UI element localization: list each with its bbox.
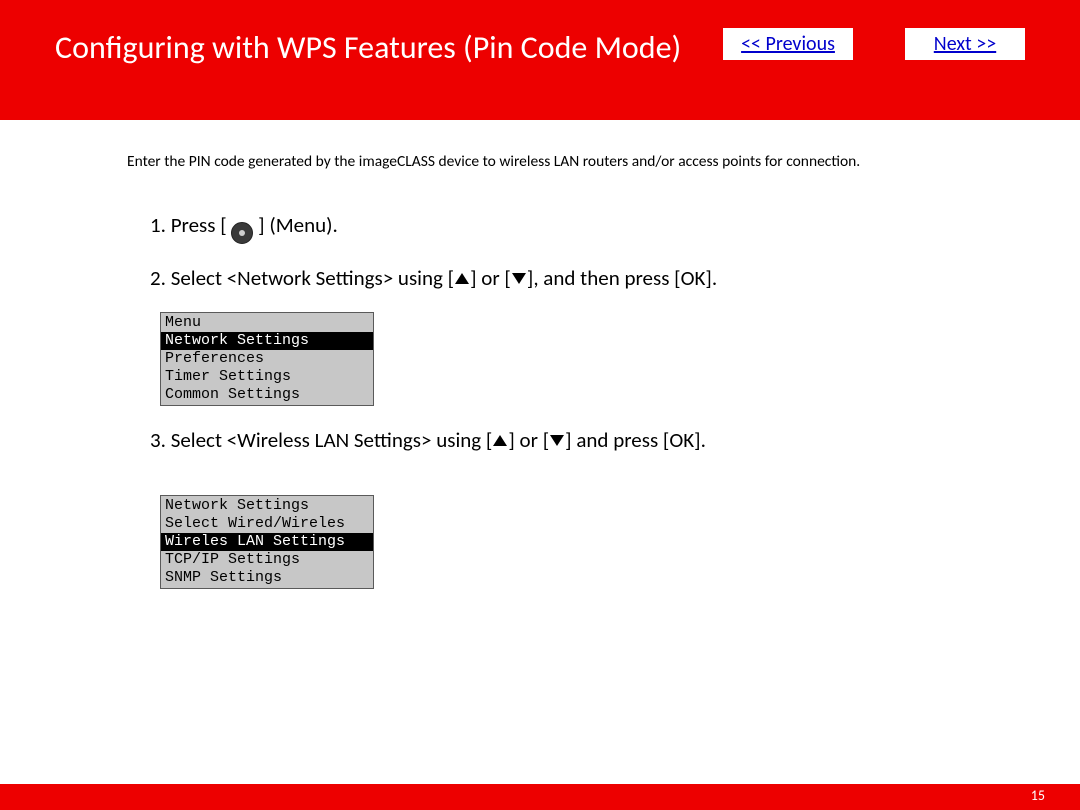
lcd-item: Select Wired/Wireles (161, 515, 373, 533)
down-arrow-icon (550, 435, 564, 446)
lcd-item-selected: Network Settings (161, 332, 373, 350)
step-1-text-a: 1. Press [ (150, 212, 227, 238)
intro-text: Enter the PIN code generated by the imag… (127, 152, 953, 171)
step-1-text-b: ] (Menu). (258, 212, 338, 238)
header-bar: Configuring with WPS Features (Pin Code … (0, 0, 1080, 120)
step-3: 3. Select <Wireless LAN Settings> using … (150, 426, 1080, 454)
step-3-text-a: 3. Select <Wireless LAN Settings> using … (150, 427, 492, 453)
previous-link[interactable]: << Previous (723, 28, 853, 60)
lcd-item: Timer Settings (161, 368, 373, 386)
lcd-item-selected: Wireles LAN Settings (161, 533, 373, 551)
step-2-text-a: 2. Select <Network Settings> using [ (150, 265, 454, 291)
page-number: 15 (1031, 787, 1045, 804)
next-link[interactable]: Next >> (905, 28, 1025, 60)
footer-bar: 15 (0, 784, 1080, 810)
device-screen-menu: Menu Network Settings Preferences Timer … (160, 312, 374, 406)
lcd-item: SNMP Settings (161, 569, 373, 587)
step-1: 1. Press [ ] (Menu). (150, 211, 1080, 244)
lcd-title: Network Settings (161, 497, 373, 515)
steps-list: 1. Press [ ] (Menu). 2. Select <Network … (150, 211, 1080, 589)
step-2-text-b: ] or [ (470, 265, 511, 291)
down-arrow-icon (512, 273, 526, 284)
lcd-title: Menu (161, 314, 373, 332)
up-arrow-icon (493, 435, 507, 446)
lcd-item: Common Settings (161, 386, 373, 404)
step-3-text-b: ] or [ (508, 427, 549, 453)
device-screen-network: Network Settings Select Wired/Wireles Wi… (160, 495, 374, 589)
step-3-text-c: ] and press [OK]. (565, 427, 706, 453)
lcd-item: TCP/IP Settings (161, 551, 373, 569)
up-arrow-icon (455, 273, 469, 284)
menu-button-icon (231, 222, 253, 244)
step-2: 2. Select <Network Settings> using [ ] or… (150, 264, 1080, 292)
lcd-item: Preferences (161, 350, 373, 368)
step-2-text-c: ], and then press [OK]. (527, 265, 717, 291)
page-title: Configuring with WPS Features (Pin Code … (55, 28, 699, 67)
